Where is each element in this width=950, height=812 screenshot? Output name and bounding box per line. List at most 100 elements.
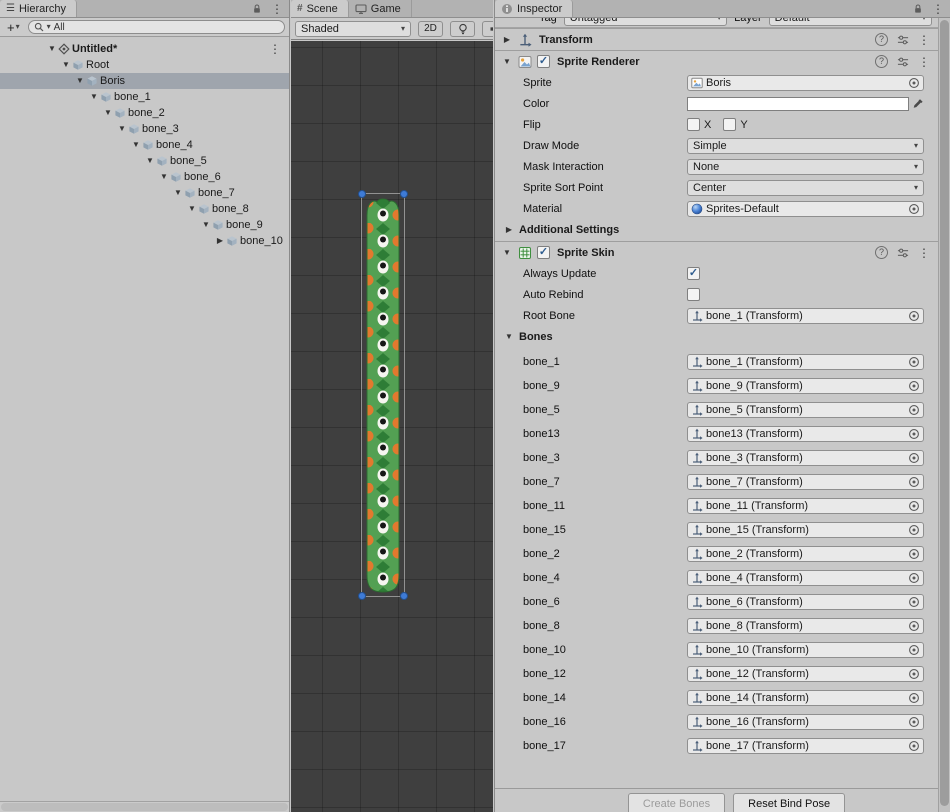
component-header-sprite-renderer[interactable]: ▼ ✓ Sprite Renderer ? ⋮ xyxy=(495,50,938,72)
component-header-transform[interactable]: ▶ Transform ? ⋮ xyxy=(495,28,938,50)
boris-sprite[interactable] xyxy=(363,197,403,593)
kebab-menu-icon[interactable]: ⋮ xyxy=(932,3,944,15)
sprite-sort-point-dropdown[interactable]: Center ▾ xyxy=(687,180,924,196)
bone-object-field[interactable]: bone_5 (Transform) xyxy=(687,402,924,418)
hierarchy-row-bone-8[interactable]: ▼ bone_8 xyxy=(0,201,289,217)
scene-kebab-icon[interactable]: ⋮ xyxy=(269,43,281,55)
preset-icon[interactable] xyxy=(897,34,909,46)
create-object-button[interactable]: + ▾ xyxy=(4,21,23,34)
sprite-object-field[interactable]: Boris xyxy=(687,75,924,91)
hierarchy-row-bone-7[interactable]: ▼ bone_7 xyxy=(0,185,289,201)
bone-object-field[interactable]: bone_6 (Transform) xyxy=(687,594,924,610)
bone-object-field[interactable]: bone_14 (Transform) xyxy=(687,690,924,706)
object-picker-icon[interactable] xyxy=(908,620,920,632)
object-picker-icon[interactable] xyxy=(908,404,920,416)
bone-object-field[interactable]: bone_15 (Transform) xyxy=(687,522,924,538)
component-header-sprite-skin[interactable]: ▼ ✓ Sprite Skin ? ⋮ xyxy=(495,241,938,263)
object-picker-icon[interactable] xyxy=(908,668,920,680)
auto-rebind-checkbox[interactable] xyxy=(687,288,700,301)
preset-icon[interactable] xyxy=(897,56,909,68)
hierarchy-row-bone-6[interactable]: ▼ bone_6 xyxy=(0,169,289,185)
selection-handle[interactable] xyxy=(400,190,408,198)
selection-handle[interactable] xyxy=(400,592,408,600)
flip-x-checkbox[interactable] xyxy=(687,118,700,131)
foldout-open-icon[interactable]: ▼ xyxy=(130,141,142,149)
scene-viewport[interactable] xyxy=(291,41,493,812)
foldout-open-icon[interactable]: ▼ xyxy=(172,189,184,197)
object-picker-icon[interactable] xyxy=(908,203,920,215)
bones-foldout[interactable]: ▼ Bones xyxy=(495,326,938,348)
bone-object-field[interactable]: bone_3 (Transform) xyxy=(687,450,924,466)
object-picker-icon[interactable] xyxy=(908,692,920,704)
shading-mode-dropdown[interactable]: Shaded ▾ xyxy=(295,21,411,37)
draw-mode-dropdown[interactable]: Simple ▾ xyxy=(687,138,924,154)
object-picker-icon[interactable] xyxy=(908,310,920,322)
scrollbar-thumb[interactable] xyxy=(1,803,288,811)
object-picker-icon[interactable] xyxy=(908,548,920,560)
object-picker-icon[interactable] xyxy=(908,572,920,584)
bone-object-field[interactable]: bone_7 (Transform) xyxy=(687,474,924,490)
foldout-open-icon[interactable]: ▼ xyxy=(503,333,515,341)
lock-icon[interactable] xyxy=(913,4,923,14)
bone-object-field[interactable]: bone_11 (Transform) xyxy=(687,498,924,514)
foldout-open-icon[interactable]: ▼ xyxy=(60,61,72,69)
bone-object-field[interactable]: bone_16 (Transform) xyxy=(687,714,924,730)
bone-object-field[interactable]: bone_9 (Transform) xyxy=(687,378,924,394)
object-picker-icon[interactable] xyxy=(908,380,920,392)
foldout-open-icon[interactable]: ▼ xyxy=(102,109,114,117)
tab-inspector[interactable]: Inspector xyxy=(495,0,573,17)
object-picker-icon[interactable] xyxy=(908,452,920,464)
object-picker-icon[interactable] xyxy=(908,716,920,728)
scrollbar-thumb[interactable] xyxy=(940,20,949,806)
tab-game[interactable]: Game xyxy=(349,0,412,17)
scene-audio-button[interactable] xyxy=(482,21,493,37)
object-picker-icon[interactable] xyxy=(908,77,920,89)
foldout-open-icon[interactable]: ▼ xyxy=(158,173,170,181)
hierarchy-search-input[interactable]: ▾ All xyxy=(28,20,285,34)
color-field[interactable] xyxy=(687,97,909,111)
object-picker-icon[interactable] xyxy=(908,476,920,488)
foldout-open-icon[interactable]: ▼ xyxy=(144,157,156,165)
foldout-closed-icon[interactable]: ▶ xyxy=(503,226,515,234)
bone-object-field[interactable]: bone13 (Transform) xyxy=(687,426,924,442)
tab-scene[interactable]: # Scene xyxy=(291,0,349,17)
selection-handle[interactable] xyxy=(358,592,366,600)
kebab-menu-icon[interactable]: ⋮ xyxy=(271,3,283,15)
material-object-field[interactable]: Sprites-Default xyxy=(687,201,924,217)
kebab-menu-icon[interactable]: ⋮ xyxy=(918,56,930,68)
reset-bind-pose-button[interactable]: Reset Bind Pose xyxy=(733,793,845,812)
kebab-menu-icon[interactable]: ⋮ xyxy=(918,247,930,259)
object-picker-icon[interactable] xyxy=(908,596,920,608)
hierarchy-row-boris[interactable]: ▼ Boris xyxy=(0,73,289,89)
bone-object-field[interactable]: bone_12 (Transform) xyxy=(687,666,924,682)
root-bone-object-field[interactable]: bone_1 (Transform) xyxy=(687,308,924,324)
object-picker-icon[interactable] xyxy=(908,428,920,440)
foldout-open-icon[interactable]: ▼ xyxy=(88,93,100,101)
hierarchy-row-root[interactable]: ▼ Root xyxy=(0,57,289,73)
preset-icon[interactable] xyxy=(897,247,909,259)
hierarchy-horizontal-scrollbar[interactable] xyxy=(0,801,289,812)
sprite-skin-enabled-checkbox[interactable]: ✓ xyxy=(537,246,550,259)
eyedropper-icon[interactable] xyxy=(912,98,924,110)
bone-object-field[interactable]: bone_17 (Transform) xyxy=(687,738,924,754)
object-picker-icon[interactable] xyxy=(908,644,920,656)
foldout-open-icon[interactable]: ▼ xyxy=(74,77,86,85)
help-icon[interactable]: ? xyxy=(875,55,888,68)
object-picker-icon[interactable] xyxy=(908,356,920,368)
inspector-scrollbar[interactable] xyxy=(938,18,950,812)
hierarchy-row-bone-10[interactable]: ▶ bone_10 xyxy=(0,233,289,249)
object-picker-icon[interactable] xyxy=(908,500,920,512)
sprite-renderer-enabled-checkbox[interactable]: ✓ xyxy=(537,55,550,68)
flip-y-checkbox[interactable] xyxy=(723,118,736,131)
lock-icon[interactable] xyxy=(252,4,262,14)
foldout-open-icon[interactable]: ▼ xyxy=(501,249,513,257)
object-picker-icon[interactable] xyxy=(908,524,920,536)
foldout-closed-icon[interactable]: ▶ xyxy=(214,237,226,245)
2d-toggle-button[interactable]: 2D xyxy=(418,21,443,37)
tab-hierarchy[interactable]: ☰ Hierarchy xyxy=(0,0,77,17)
bone-object-field[interactable]: bone_4 (Transform) xyxy=(687,570,924,586)
foldout-closed-icon[interactable]: ▶ xyxy=(501,36,513,44)
foldout-open-icon[interactable]: ▼ xyxy=(116,125,128,133)
object-picker-icon[interactable] xyxy=(908,740,920,752)
help-icon[interactable]: ? xyxy=(875,246,888,259)
